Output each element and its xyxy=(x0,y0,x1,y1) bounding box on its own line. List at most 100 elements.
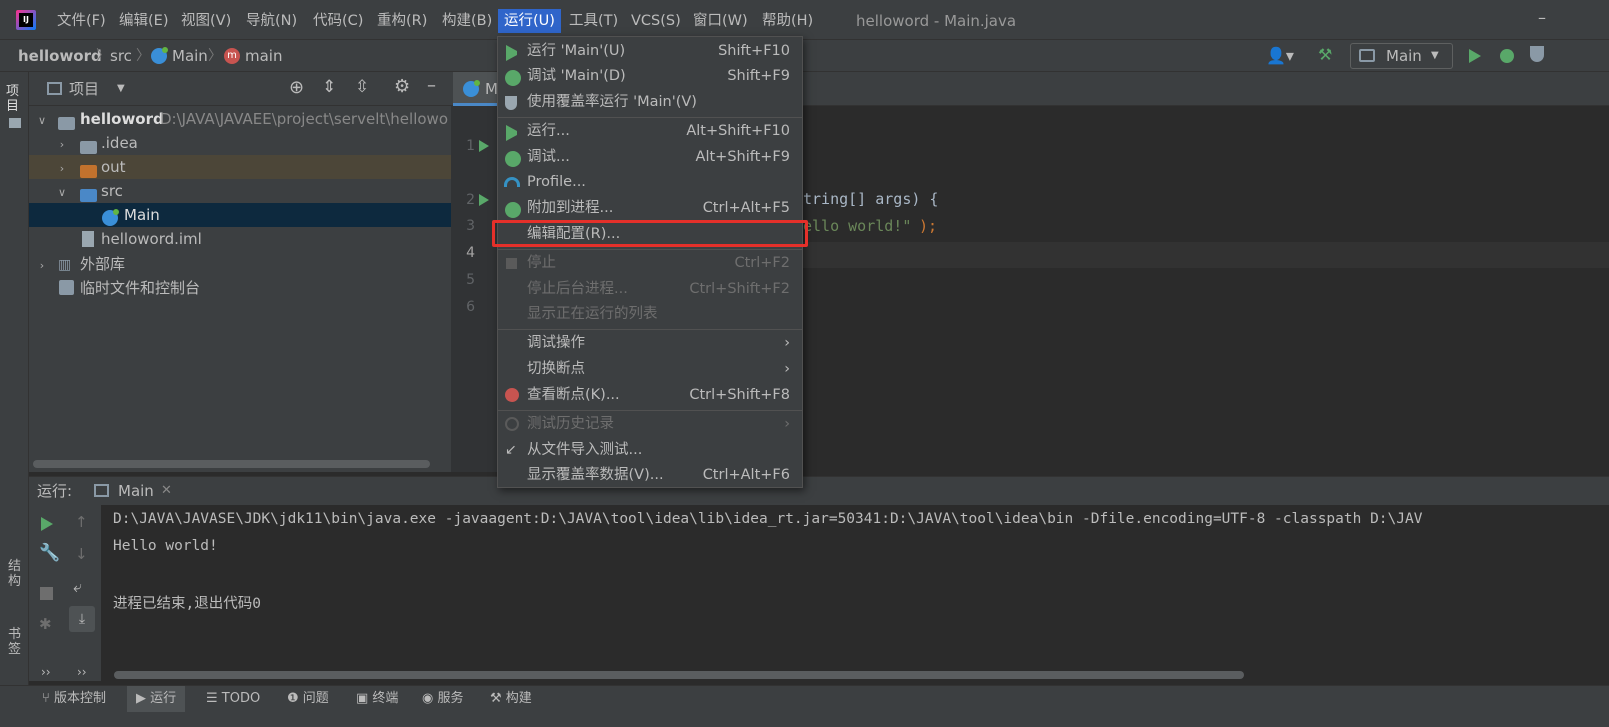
menu-separator xyxy=(498,329,802,330)
menu-item-show-running[interactable]: 显示正在运行的列表 xyxy=(498,302,802,327)
tree-item-root[interactable]: ∨ helloword D:\JAVA\JAVAEE\project\serve… xyxy=(29,107,451,131)
menu-navigate[interactable]: 导航(N) xyxy=(240,9,303,33)
menu-item-import-tests[interactable]: ↙ 从文件导入测试... xyxy=(498,438,802,463)
menu-item-label: 调试操作 xyxy=(527,335,585,351)
breadcrumb-main-method[interactable]: main xyxy=(245,40,282,72)
tool-tab-run[interactable]: ▶ 运行 xyxy=(127,686,186,712)
close-icon[interactable]: ✕ xyxy=(161,477,172,505)
menu-item-shortcut: Ctrl+Alt+F6 xyxy=(702,467,790,483)
run-tab-main[interactable]: Main xyxy=(118,477,154,505)
breadcrumb-project[interactable]: helloword xyxy=(18,40,102,72)
more-icon[interactable]: ›› xyxy=(41,665,51,679)
menu-help[interactable]: 帮助(H) xyxy=(756,9,819,33)
soft-wrap-icon[interactable]: ⤶ xyxy=(73,577,82,597)
run-config-selector[interactable]: Main ▼ xyxy=(1350,43,1453,69)
menu-item-view-breakpoints[interactable]: 查看断点(K)... Ctrl+Shift+F8 xyxy=(498,383,802,408)
structure-tool-tab[interactable]: 结构 xyxy=(8,559,24,589)
debug-icon xyxy=(505,151,521,167)
more-icon[interactable]: ›› xyxy=(77,665,87,679)
menu-separator xyxy=(498,410,802,411)
up-arrow-icon[interactable]: ↑ xyxy=(75,513,88,531)
coverage-icon[interactable] xyxy=(1530,46,1544,62)
menu-item-run-main[interactable]: 运行 'Main'(U) Shift+F10 xyxy=(498,39,802,64)
tree-item-external-libs[interactable]: › ▥ 外部库 xyxy=(29,252,451,276)
file-icon xyxy=(82,231,94,247)
run-icon[interactable] xyxy=(1469,49,1481,63)
project-tool-tab[interactable]: 项目 xyxy=(6,84,22,114)
menu-tools[interactable]: 工具(T) xyxy=(563,9,624,33)
down-arrow-icon[interactable]: ↓ xyxy=(75,545,88,563)
user-icon[interactable]: 👤▾ xyxy=(1266,46,1294,65)
tool-tab-label: 服务 xyxy=(437,691,464,706)
menu-item-debug[interactable]: 调试... Alt+Shift+F9 xyxy=(498,145,802,170)
menu-code[interactable]: 代码(C) xyxy=(307,9,369,33)
menu-edit[interactable]: 编辑(E) xyxy=(113,9,174,33)
tool-tab-vcs[interactable]: ⑂ 版本控制 xyxy=(42,686,106,712)
chevron-down-icon: ▼ xyxy=(1431,50,1439,61)
menu-item-label: 切换断点 xyxy=(527,361,585,377)
build-hammer-icon[interactable]: ⚒ xyxy=(1318,45,1332,64)
hide-panel-icon[interactable]: – xyxy=(427,75,436,96)
scroll-to-end-icon[interactable]: ⤓ xyxy=(69,606,95,632)
tree-item-label: helloword xyxy=(80,110,164,128)
clock-icon xyxy=(505,417,519,431)
menu-item-test-history[interactable]: 测试历史记录 › xyxy=(498,412,802,437)
breadcrumb-main-class[interactable]: Main xyxy=(172,40,208,72)
menu-run[interactable]: 运行(U) xyxy=(498,9,561,33)
project-tree: ∨ helloword D:\JAVA\JAVAEE\project\serve… xyxy=(29,106,451,472)
horizontal-scrollbar[interactable] xyxy=(33,460,430,468)
tool-tab-build[interactable]: ⚒ 构建 xyxy=(490,686,532,712)
chevron-down-icon[interactable]: ▼ xyxy=(117,72,125,106)
expand-all-icon[interactable]: ⇕ xyxy=(322,77,336,97)
tree-item-main[interactable]: Main xyxy=(29,203,451,227)
menu-view[interactable]: 视图(V) xyxy=(175,9,237,33)
tool-tab-todo[interactable]: ☰ TODO xyxy=(206,686,260,712)
menu-item-debug-main[interactable]: 调试 'Main'(D) Shift+F9 xyxy=(498,64,802,89)
rerun-icon[interactable] xyxy=(41,517,53,531)
console-output[interactable]: D:\JAVA\JAVASE\JDK\jdk11\bin\java.exe -j… xyxy=(101,505,1609,681)
menu-window[interactable]: 窗口(W) xyxy=(687,9,754,33)
project-panel-title[interactable]: 项目 xyxy=(69,72,99,106)
stop-icon[interactable] xyxy=(40,587,53,600)
tree-item-idea[interactable]: › .idea xyxy=(29,131,451,155)
bookmarks-tool-tab[interactable]: 书签 xyxy=(8,627,24,657)
tool-tab-services[interactable]: ◉ 服务 xyxy=(422,686,464,712)
menu-item-attach-process[interactable]: 附加到进程... Ctrl+Alt+F5 xyxy=(498,196,802,221)
code-line: tring[] args) { xyxy=(803,190,939,208)
menu-build[interactable]: 构建(B) xyxy=(436,9,498,33)
menu-item-label: 运行 'Main'(U) xyxy=(527,43,626,59)
gear-icon[interactable]: ⚙ xyxy=(394,76,410,97)
debug-icon[interactable] xyxy=(1500,49,1514,63)
tool-tab-problems[interactable]: ❶ 问题 xyxy=(287,686,329,712)
menu-item-profile[interactable]: Profile... xyxy=(498,170,802,195)
tree-item-scratches[interactable]: 临时文件和控制台 xyxy=(29,276,451,300)
horizontal-scrollbar[interactable] xyxy=(114,671,1244,679)
tree-item-iml[interactable]: helloword.iml xyxy=(29,227,451,251)
breadcrumb-src[interactable]: src xyxy=(110,40,132,72)
menu-item-run-coverage[interactable]: 使用覆盖率运行 'Main'(V) xyxy=(498,90,802,115)
locate-icon[interactable]: ⊕ xyxy=(289,77,304,98)
menu-item-run[interactable]: 运行... Alt+Shift+F10 xyxy=(498,119,802,144)
tree-item-src[interactable]: ∨ src xyxy=(29,179,451,203)
menu-item-shortcut: Ctrl+Shift+F2 xyxy=(689,281,790,297)
menu-vcs[interactable]: VCS(S) xyxy=(625,9,687,33)
debug-icon xyxy=(505,70,521,86)
menu-item-stop-background[interactable]: 停止后台进程... Ctrl+Shift+F2 xyxy=(498,277,802,302)
menu-item-stop[interactable]: 停止 Ctrl+F2 xyxy=(498,251,802,276)
wrench-icon[interactable]: 🔧 xyxy=(39,543,60,563)
minimize-button[interactable]: – xyxy=(1538,8,1546,27)
menu-item-debug-actions[interactable]: 调试操作 › xyxy=(498,331,802,356)
tree-item-label: Main xyxy=(124,206,160,224)
menu-refactor[interactable]: 重构(R) xyxy=(371,9,433,33)
breadcrumb-separator: 〉 xyxy=(208,48,222,64)
run-gutter-icon[interactable] xyxy=(479,140,489,152)
run-gutter-icon[interactable] xyxy=(479,194,489,206)
collapse-all-icon[interactable]: ⇳ xyxy=(355,77,369,97)
menu-item-shortcut: Ctrl+F2 xyxy=(734,255,790,271)
menu-item-toggle-breakpoint[interactable]: 切换断点 › xyxy=(498,357,802,382)
menu-item-show-coverage[interactable]: 显示覆盖率数据(V)... Ctrl+Alt+F6 xyxy=(498,463,802,488)
tool-tab-terminal[interactable]: ▣ 终端 xyxy=(356,686,398,712)
menu-file[interactable]: 文件(F) xyxy=(51,9,112,33)
tree-item-out[interactable]: › out xyxy=(29,155,451,179)
stop-icon xyxy=(506,258,517,269)
